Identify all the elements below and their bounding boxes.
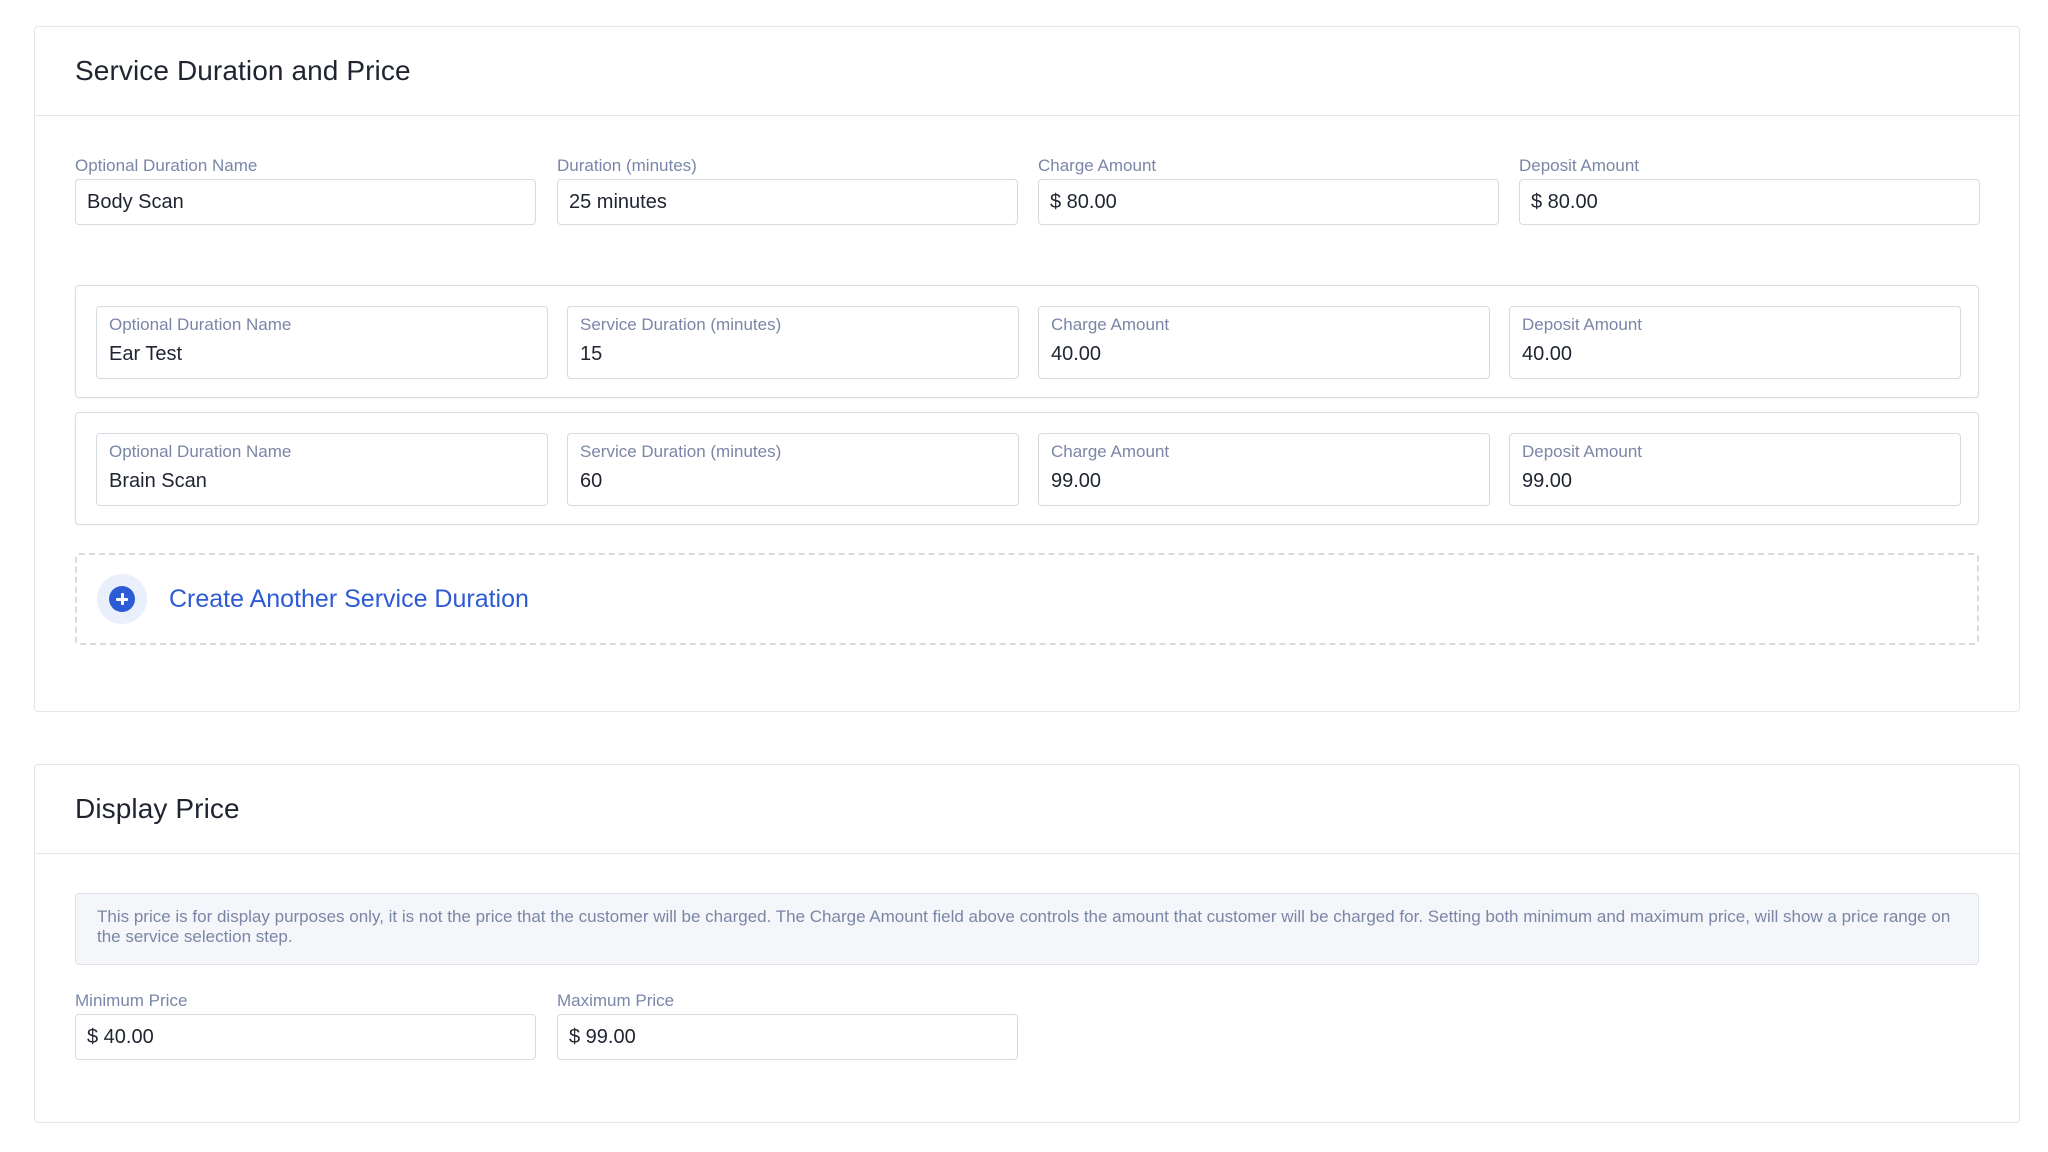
duration-minutes-value: 60 <box>580 470 603 492</box>
primary-name-input[interactable]: Body Scan <box>75 179 536 225</box>
duration-card: Optional Duration Name Brain Scan Servic… <box>75 412 1979 525</box>
duration-minutes-label: Service Duration (minutes) <box>580 442 782 461</box>
primary-duration-label: Duration (minutes) <box>557 156 697 175</box>
duration-name-value: Ear Test <box>109 343 182 365</box>
charge-amount-label: Charge Amount <box>1051 442 1170 461</box>
charge-amount-value: 40.00 <box>1051 343 1102 365</box>
duration-minutes-input[interactable]: Service Duration (minutes) 60 <box>567 433 1019 506</box>
primary-duration-field: Duration (minutes) 25 minutes <box>557 155 1018 225</box>
duration-name-value: Brain Scan <box>109 470 207 492</box>
create-service-duration-button[interactable]: Create Another Service Duration <box>75 553 1979 645</box>
duration-name-input[interactable]: Optional Duration Name Brain Scan <box>96 433 548 506</box>
display-price-panel: Display Price This price is for display … <box>34 764 2020 1123</box>
duration-minutes-input[interactable]: Service Duration (minutes) 15 <box>567 306 1019 379</box>
maximum-price-field: Maximum Price $ 99.00 <box>557 990 1018 1060</box>
primary-charge-field: Charge Amount $ 80.00 <box>1038 155 1499 225</box>
duration-name-label: Optional Duration Name <box>109 315 292 334</box>
service-duration-panel: Service Duration and Price Optional Dura… <box>34 26 2020 712</box>
primary-charge-input[interactable]: $ 80.00 <box>1038 179 1499 225</box>
primary-deposit-field: Deposit Amount $ 80.00 <box>1519 155 1980 225</box>
minimum-price-label: Minimum Price <box>75 991 188 1010</box>
primary-charge-label: Charge Amount <box>1038 156 1157 175</box>
deposit-amount-value: 99.00 <box>1522 470 1573 492</box>
deposit-amount-input[interactable]: Deposit Amount 99.00 <box>1509 433 1961 506</box>
charge-amount-input[interactable]: Charge Amount 40.00 <box>1038 306 1490 379</box>
charge-amount-input[interactable]: Charge Amount 99.00 <box>1038 433 1490 506</box>
deposit-amount-label: Deposit Amount <box>1522 442 1643 461</box>
plus-circle-icon <box>97 574 147 624</box>
service-duration-header: Service Duration and Price <box>35 27 2019 116</box>
primary-deposit-label: Deposit Amount <box>1519 156 1640 175</box>
section-title: Display Price <box>75 793 240 824</box>
charge-amount-value: 99.00 <box>1051 470 1102 492</box>
minimum-price-field: Minimum Price $ 40.00 <box>75 990 536 1060</box>
deposit-amount-label: Deposit Amount <box>1522 315 1643 334</box>
display-price-header: Display Price <box>35 765 2019 854</box>
section-title: Service Duration and Price <box>75 55 411 86</box>
duration-minutes-value: 15 <box>580 343 603 365</box>
duration-name-label: Optional Duration Name <box>109 442 292 461</box>
duration-name-input[interactable]: Optional Duration Name Ear Test <box>96 306 548 379</box>
plus-icon <box>109 586 135 612</box>
maximum-price-input[interactable]: $ 99.00 <box>557 1014 1018 1060</box>
duration-minutes-label: Service Duration (minutes) <box>580 315 782 334</box>
create-service-duration-label: Create Another Service Duration <box>169 584 529 613</box>
primary-duration-input[interactable]: 25 minutes <box>557 179 1018 225</box>
primary-name-label: Optional Duration Name <box>75 156 258 175</box>
primary-name-field: Optional Duration Name Body Scan <box>75 155 536 225</box>
minimum-price-input[interactable]: $ 40.00 <box>75 1014 536 1060</box>
deposit-amount-input[interactable]: Deposit Amount 40.00 <box>1509 306 1961 379</box>
primary-deposit-input[interactable]: $ 80.00 <box>1519 179 1980 225</box>
charge-amount-label: Charge Amount <box>1051 315 1170 334</box>
maximum-price-label: Maximum Price <box>557 991 675 1010</box>
duration-card: Optional Duration Name Ear Test Service … <box>75 285 1979 398</box>
deposit-amount-value: 40.00 <box>1522 343 1573 365</box>
display-price-notice: This price is for display purposes only,… <box>75 893 1979 965</box>
